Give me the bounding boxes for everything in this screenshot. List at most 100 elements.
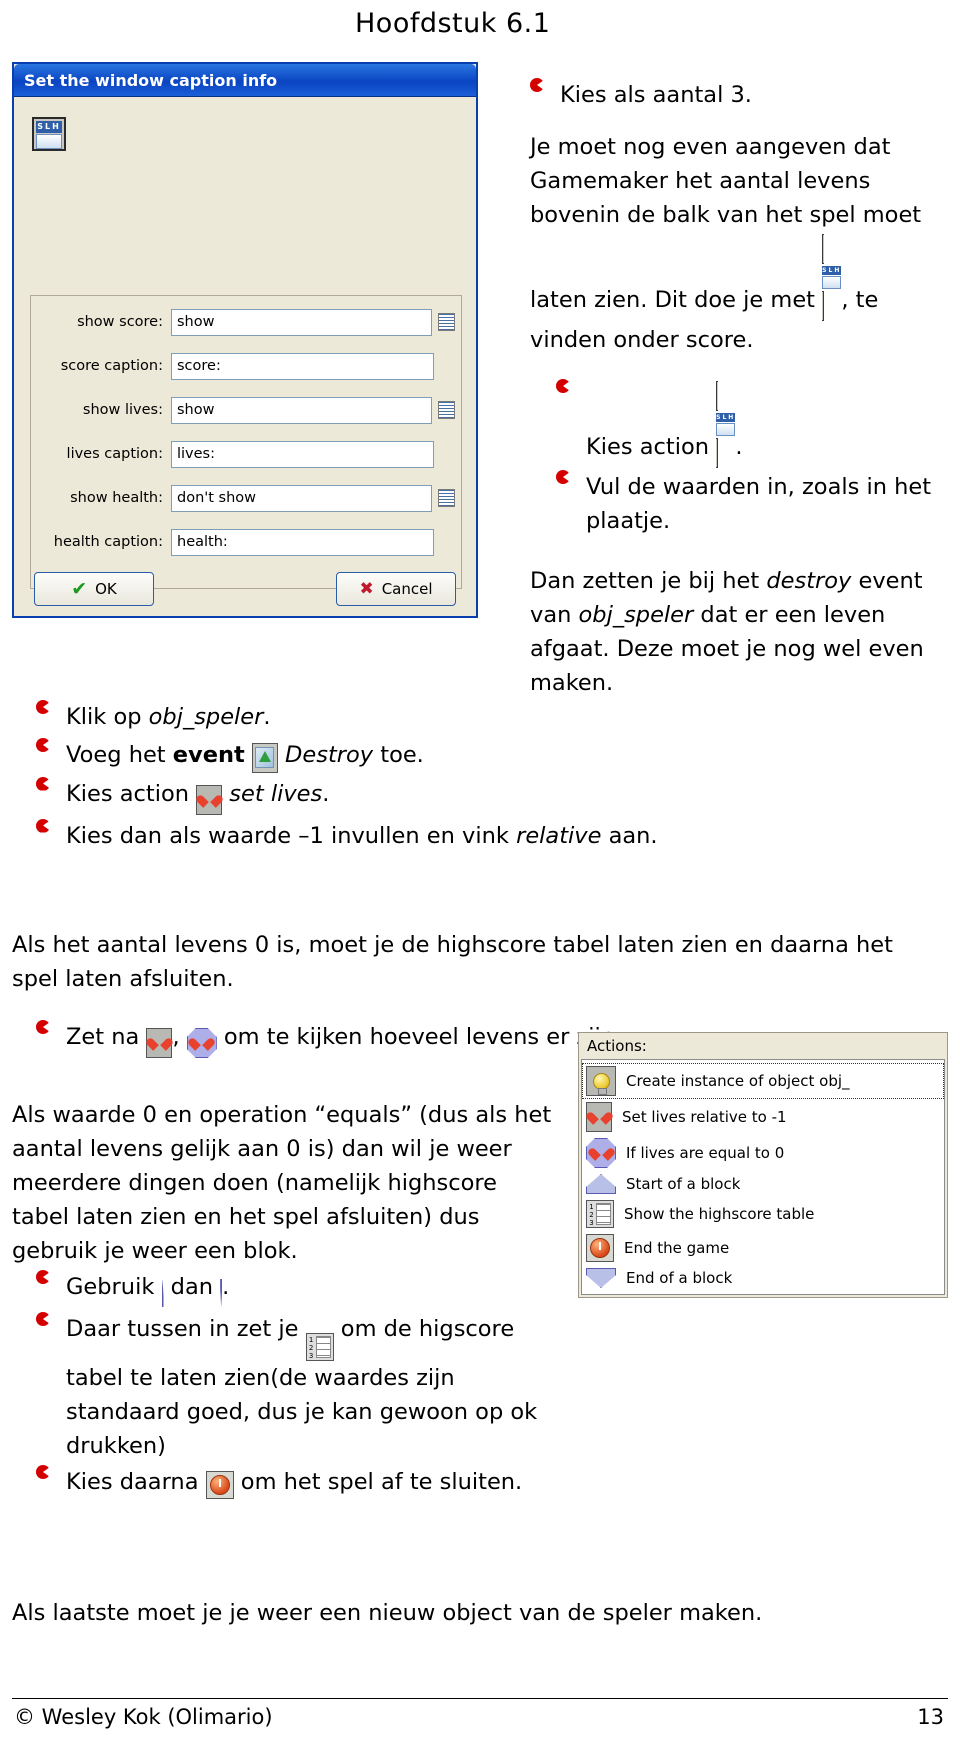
close-icon: ✖ — [359, 579, 374, 599]
set-lives-keyword: set lives — [229, 780, 323, 807]
bullet-kies-aantal: Kies als aantal 3. — [530, 78, 948, 112]
bullet-text: dan — [170, 1274, 214, 1300]
mid-bullet-list: Klik op obj_speler. Voeg het event Destr… — [36, 700, 916, 853]
bullet-text: om te kijken hoeveel levens er zijn. — [223, 1024, 623, 1050]
pacman-bullet-icon — [36, 1270, 50, 1284]
action-item-set-lives[interactable]: Set lives relative to -1 — [582, 1099, 944, 1135]
destroy-keyword: destroy — [766, 568, 852, 594]
action-item-end-block[interactable]: End of a block — [582, 1265, 944, 1291]
field-label: show lives: — [82, 402, 163, 418]
bullet-text: . — [222, 1274, 230, 1300]
pacman-bullet-icon — [530, 78, 544, 92]
check-icon: ✔ — [71, 578, 88, 600]
pacman-bullet-icon — [556, 379, 570, 393]
para-text: Dan zetten je bij het — [530, 568, 767, 594]
bullet-waarde-relative: Kies dan als waarde –1 invullen en vink … — [36, 819, 916, 853]
bullet-kies-end-game: Kies daarna om het spel af te sluiten. — [12, 1465, 560, 1499]
bullet-vul-waarden: Vul de waarden in, zoals in het plaatje. — [556, 470, 948, 538]
para-destroy-event: Dan zetten je bij het destroy event van … — [530, 564, 948, 700]
menu-picker-icon-placeholder — [440, 534, 455, 550]
cancel-button[interactable]: ✖ Cancel — [336, 572, 456, 606]
destroy-keyword: Destroy — [285, 742, 374, 768]
score-caption-input[interactable]: score: — [171, 352, 434, 380]
bullet-text: Kies action — [586, 434, 709, 460]
menu-picker-icon[interactable] — [438, 489, 455, 507]
destroy-event-icon — [251, 742, 278, 773]
pacman-bullet-icon — [36, 738, 50, 752]
footer-copyright: © Wesley Kok (Olimario) — [14, 1705, 273, 1729]
bullet-text: Vul de waarden in, zoals in het plaatje. — [586, 474, 932, 534]
obj-speler-keyword: obj_speler — [578, 602, 694, 628]
menu-picker-icon[interactable] — [438, 313, 455, 331]
slh-icon: SLH — [716, 379, 736, 470]
show-score-input[interactable]: show — [171, 308, 432, 336]
action-item-if-lives[interactable]: If lives are equal to 0 — [582, 1135, 944, 1171]
page-title: Hoofdstuk 6.1 — [355, 8, 551, 39]
menu-picker-icon[interactable] — [438, 401, 455, 419]
dialog-body: SLH show score: show score caption: scor… — [14, 97, 476, 618]
bulb-icon — [586, 1066, 616, 1096]
field-label: show health: — [70, 490, 163, 506]
show-lives-input[interactable]: show — [171, 396, 432, 424]
block-end-icon — [220, 1276, 223, 1310]
bullet-text: Kies action — [66, 780, 189, 807]
bullet-text: toe. — [373, 742, 424, 768]
bullet-text: Kies daarna — [66, 1469, 199, 1495]
set-window-caption-dialog: Set the window caption info SLH show sco… — [12, 62, 478, 618]
dialog-button-bar: ✔ OK ✖ Cancel — [14, 572, 476, 608]
slh-icon: SLH — [32, 117, 66, 151]
bullet-voeg-event-destroy: Voeg het event Destroy toe. — [36, 738, 916, 773]
bullet-text: Voeg het — [66, 742, 173, 768]
field-row-show-score: show score: show — [31, 304, 461, 340]
heart-square-icon — [586, 1102, 612, 1132]
bullet-text: Kies dan als waarde –1 invullen en vink — [66, 822, 517, 849]
page-footer: © Wesley Kok (Olimario) 13 — [0, 1691, 960, 1735]
actions-panel-header: Actions: — [587, 1037, 647, 1055]
health-caption-input[interactable]: health: — [171, 528, 434, 556]
pacman-bullet-icon — [36, 819, 50, 833]
para-nieuw-object: Als laatste moet je je weer een nieuw ob… — [12, 1600, 763, 1626]
action-item-show-highscore[interactable]: 123 Show the highscore table — [582, 1197, 944, 1231]
bullet-text: . — [263, 704, 271, 730]
field-label: show score: — [77, 314, 163, 330]
action-item-start-block[interactable]: Start of a block — [582, 1171, 944, 1197]
pacman-bullet-icon — [556, 470, 570, 484]
bullet-gebruik-blokken: Gebruik dan . — [12, 1270, 560, 1310]
action-item-create-instance[interactable]: Create instance of object obj_ — [582, 1063, 944, 1099]
bullet-text: Daar tussen in zet je — [66, 1316, 299, 1342]
menu-picker-icon-placeholder — [440, 446, 455, 462]
bullet-kies-action-set-lives: Kies action set lives. — [36, 777, 916, 815]
pacman-bullet-icon — [36, 700, 50, 714]
lower-left-block: Als waarde 0 en operation “equals” (dus … — [12, 1098, 560, 1499]
field-label: health caption: — [53, 534, 163, 550]
field-row-score-caption: score caption: score: — [31, 348, 461, 384]
actions-list: Create instance of object obj_ Set lives… — [581, 1059, 945, 1295]
block-start-icon — [586, 1174, 616, 1194]
action-item-label: End the game — [624, 1239, 730, 1257]
para-highscore-afsluiten: Als het aantal levens 0 is, moet je de h… — [12, 932, 893, 992]
show-health-input[interactable]: don't show — [171, 484, 432, 512]
lives-caption-input[interactable]: lives: — [171, 440, 434, 468]
ok-button[interactable]: ✔ OK — [34, 572, 154, 606]
block-start-icon — [161, 1276, 164, 1310]
bullet-text: , — [172, 1024, 180, 1050]
action-item-label: Show the highscore table — [624, 1205, 815, 1223]
bullet-text: aan. — [601, 822, 658, 849]
heart-octagon-icon — [186, 1028, 217, 1058]
action-item-end-game[interactable]: End the game — [582, 1231, 944, 1265]
heart-octagon-icon — [586, 1138, 616, 1168]
right-column: Kies als aantal 3. Je moet nog even aang… — [530, 78, 948, 700]
dialog-title-text: Set the window caption info — [24, 70, 278, 90]
para-equals-block: Als waarde 0 en operation “equals” (dus … — [12, 1102, 552, 1264]
caption-fields-group: show score: show score caption: score: s… — [30, 295, 462, 589]
bullet-text: om het spel af te sluiten. — [240, 1469, 523, 1495]
field-row-show-health: show health: don't show — [31, 480, 461, 516]
bullet-kies-action-slh: Kies action SLH . — [556, 379, 948, 470]
action-item-label: Create instance of object obj_ — [626, 1072, 850, 1090]
bullet-text: Klik op — [66, 704, 149, 730]
relative-keyword: relative — [516, 822, 602, 849]
action-item-label: End of a block — [626, 1269, 733, 1287]
slh-icon-label: SLH — [36, 121, 62, 133]
pacman-bullet-icon — [36, 1465, 50, 1479]
end-game-icon — [586, 1234, 614, 1262]
